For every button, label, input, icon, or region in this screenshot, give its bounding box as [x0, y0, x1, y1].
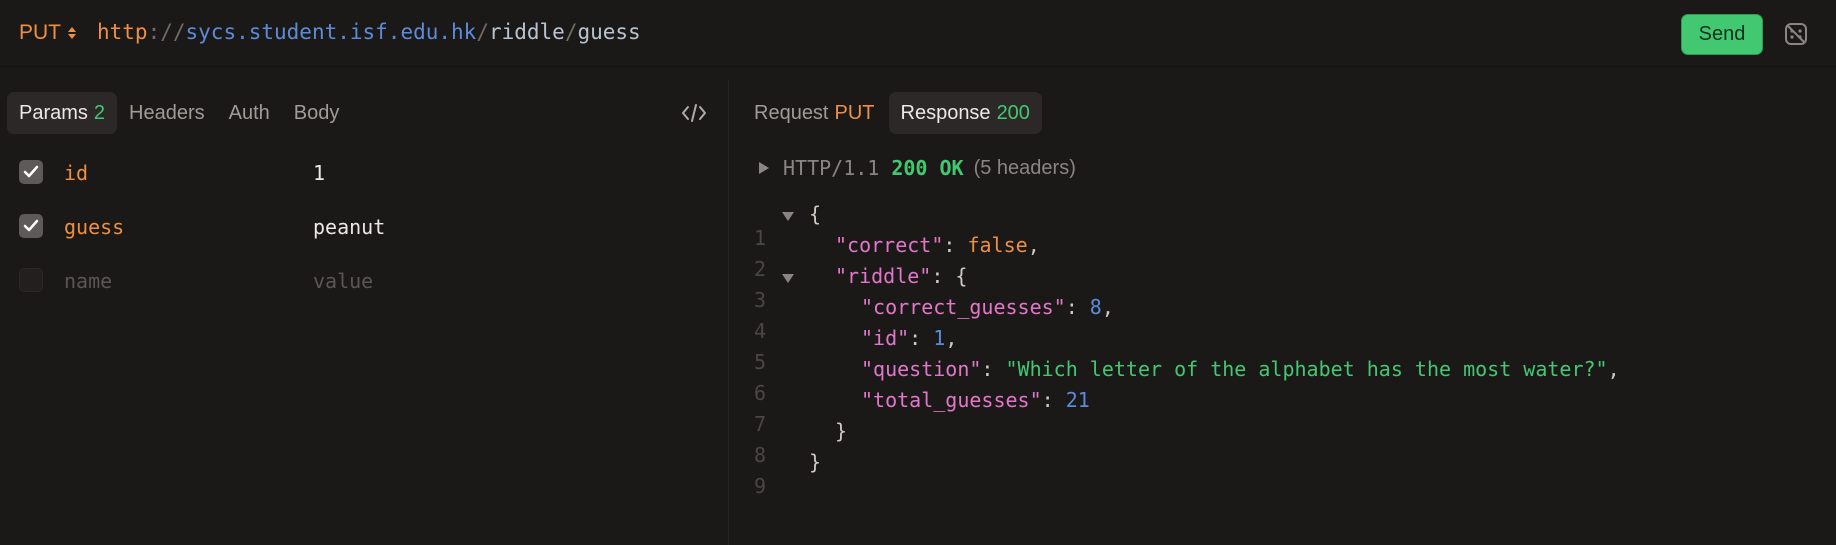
url-scheme: http — [97, 20, 148, 44]
request-tabs: Params 2 Headers Auth Body — [7, 92, 351, 134]
url-path-segment: guess — [577, 20, 641, 44]
tab-response[interactable]: Response 200 — [888, 92, 1042, 134]
send-button[interactable]: Send — [1681, 14, 1763, 55]
response-tabs: Request PUT Response 200 — [729, 92, 1042, 134]
json-key: "total_guesses" — [861, 388, 1042, 412]
json-brace: { — [809, 202, 822, 226]
check-icon — [23, 165, 39, 178]
json-key: "question" — [861, 357, 982, 381]
method-label: PUT — [19, 21, 61, 44]
json-key: "correct_guesses" — [861, 295, 1066, 319]
http-protocol: HTTP/1.1 — [783, 156, 880, 180]
check-icon — [23, 219, 39, 232]
json-number: 8 — [1089, 295, 1102, 319]
param-row: id 1 — [19, 158, 709, 188]
url-path-separator: / — [476, 20, 489, 44]
param-row-new: name value — [19, 266, 709, 296]
code-line: 9 } — [729, 450, 1829, 498]
json-brace: { — [955, 264, 968, 288]
tab-params-label: Params — [19, 102, 88, 124]
param-row: guess peanut — [19, 212, 709, 242]
status-line[interactable]: HTTP/1.1 200 OK (5 headers) — [759, 156, 1076, 180]
param-enabled-checkbox[interactable] — [19, 160, 43, 184]
code-line: 7 "total_guesses": 21 — [754, 388, 1090, 436]
method-dropdown-icon — [67, 24, 77, 42]
url-input[interactable]: http://sycs.student.isf.edu.hk/riddle/gu… — [97, 20, 641, 44]
params-count-badge: 2 — [93, 102, 106, 124]
param-name-field[interactable]: id — [64, 161, 88, 185]
code-line: 1 { — [729, 202, 1829, 250]
tab-response-label: Response — [900, 102, 991, 124]
status-code: 200 OK — [891, 156, 964, 180]
tab-params[interactable]: Params 2 — [7, 92, 118, 134]
url-host: sycs.student.isf.edu.hk — [185, 20, 477, 44]
json-boolean: false — [967, 233, 1028, 257]
tab-request[interactable]: Request PUT — [754, 92, 875, 134]
json-key: "id" — [861, 326, 910, 350]
code-line: 2 "correct": false, — [754, 233, 1040, 281]
json-string: "Which letter of the alphabet has the mo… — [1005, 357, 1608, 381]
param-enabled-checkbox[interactable] — [19, 214, 43, 238]
response-pane: Request PUT Response 200 HTTP/1.1 200 OK (… — [729, 80, 1836, 545]
url-path-segment: riddle — [488, 20, 565, 44]
request-pane: Params 2 Headers Auth Body id 1 guess pea… — [0, 80, 728, 545]
code-line: 8 } — [729, 419, 1829, 467]
param-name-placeholder[interactable]: name — [64, 269, 112, 293]
param-name-field[interactable]: guess — [64, 215, 124, 239]
tab-body[interactable]: Body — [282, 92, 352, 134]
json-number: 21 — [1065, 388, 1090, 412]
tab-auth[interactable]: Auth — [217, 92, 282, 134]
tab-request-method: PUT — [834, 102, 875, 124]
tab-request-label: Request — [754, 102, 829, 124]
json-number: 1 — [933, 326, 946, 350]
param-enabled-checkbox[interactable] — [19, 268, 43, 292]
json-brace: } — [809, 450, 822, 474]
tab-headers[interactable]: Headers — [117, 92, 217, 134]
url-bar: PUT http://sycs.student.isf.edu.hk/riddl… — [0, 0, 1836, 67]
method-selector[interactable]: PUT — [19, 21, 77, 45]
url-path-separator: / — [564, 20, 578, 44]
line-number: 9 — [754, 474, 767, 498]
headers-count: (5 headers) — [973, 156, 1076, 179]
code-line: 6 "question": "Which letter of the alpha… — [754, 357, 1620, 405]
url-separator: :// — [147, 20, 186, 44]
json-key: "riddle" — [835, 264, 932, 288]
json-key: "correct" — [835, 233, 944, 257]
code-line: 5 "id": 1, — [754, 326, 958, 374]
expand-icon — [759, 162, 769, 174]
param-value-placeholder[interactable]: value — [313, 269, 373, 293]
param-value-field[interactable]: peanut — [313, 215, 385, 239]
collapse-icon[interactable] — [782, 274, 794, 283]
code-icon[interactable] — [681, 102, 707, 124]
param-value-field[interactable]: 1 — [313, 161, 325, 185]
code-line: 3 "riddle": { — [754, 264, 968, 312]
code-line: 4 "correct_guesses": 8, — [754, 295, 1114, 343]
settings-icon[interactable] — [1782, 20, 1810, 48]
collapse-icon[interactable] — [782, 212, 794, 221]
json-brace: } — [835, 419, 848, 443]
tab-response-status: 200 — [996, 102, 1030, 124]
